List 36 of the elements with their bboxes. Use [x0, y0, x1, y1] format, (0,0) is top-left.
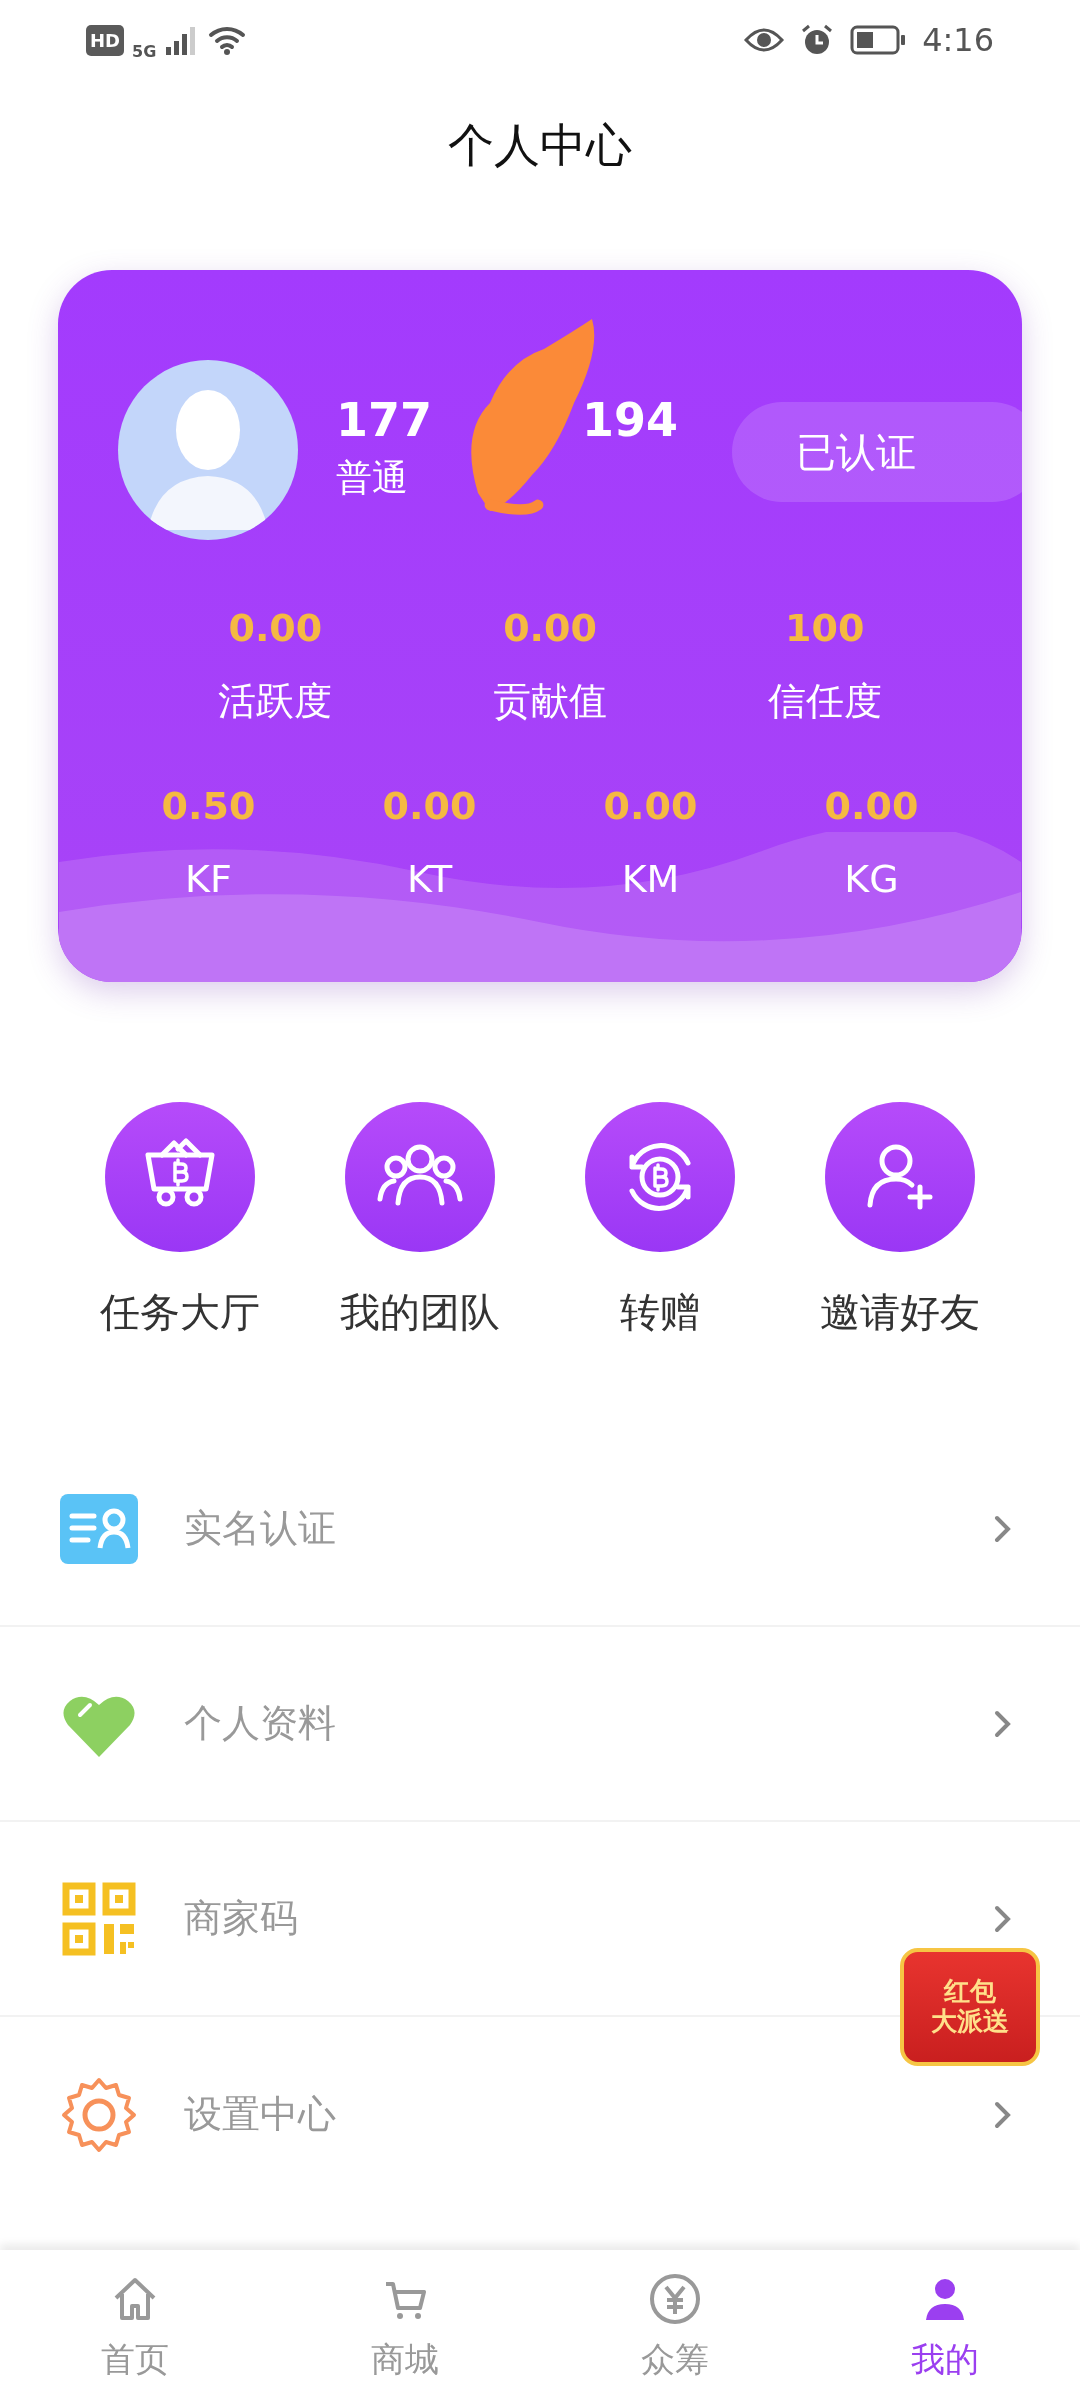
- stat-label: 活跃度: [218, 678, 333, 725]
- yuan-coin-icon: [648, 2272, 702, 2326]
- stat-value: 0.00: [824, 783, 919, 830]
- action-button[interactable]: 任务大厅: [60, 1102, 300, 1342]
- member-type: 普通: [336, 456, 409, 501]
- nav-tab[interactable]: 众筹: [540, 2250, 810, 2400]
- eye-icon: [744, 26, 785, 54]
- stat-value: 0.50: [161, 783, 256, 830]
- nav-tab[interactable]: 我的: [810, 2250, 1080, 2400]
- stat-label: KF: [185, 856, 232, 903]
- hd-badge: HD: [86, 24, 124, 56]
- stat-label: 信任度: [767, 678, 882, 725]
- stat-value: 100: [785, 605, 865, 652]
- alarm-icon: [800, 23, 835, 57]
- action-button[interactable]: 转赠: [540, 1102, 780, 1342]
- nav-tab[interactable]: 首页: [0, 2250, 270, 2400]
- stat-label: 贡献值: [493, 678, 607, 725]
- stat-label: KT: [406, 856, 453, 903]
- stat-value: 0.00: [228, 605, 323, 652]
- page-title: 个人中心: [448, 116, 632, 174]
- gift-envelope-button[interactable]: 红包 大派送: [900, 1948, 1040, 2066]
- action-button[interactable]: 邀请好友: [780, 1102, 1020, 1342]
- verified-button[interactable]: 已认证: [732, 402, 1022, 502]
- stat-label: KM: [621, 856, 680, 903]
- clock-time: 4:16: [922, 20, 994, 61]
- network-label: 5G: [132, 41, 157, 63]
- gear-icon: [60, 2075, 138, 2154]
- phone-number: 194: [582, 394, 679, 446]
- stat-value: 0.00: [603, 783, 698, 830]
- stat-label: KG: [844, 856, 899, 903]
- action-button[interactable]: 我的团队: [300, 1102, 540, 1342]
- battery-icon: [850, 25, 907, 55]
- nav-tab[interactable]: 商城: [270, 2250, 540, 2400]
- stat-value: 0.00: [382, 783, 477, 830]
- stat-value: 0.00: [503, 605, 597, 652]
- phone-number: 177: [336, 394, 433, 446]
